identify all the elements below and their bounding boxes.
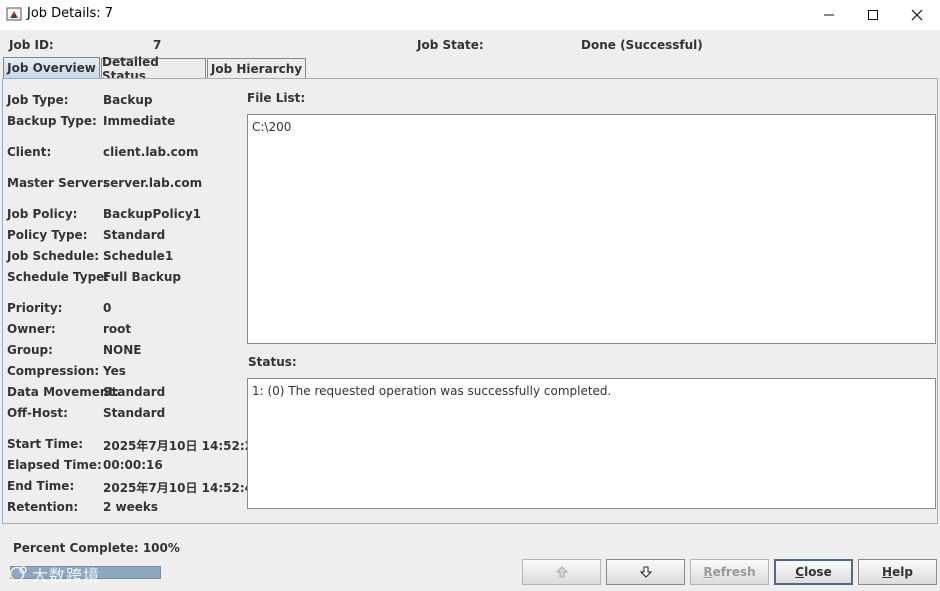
job-id-label: Job ID: (9, 38, 54, 52)
job-schedule-value: Schedule1 (103, 249, 174, 263)
policy-type-label: Policy Type: (7, 228, 88, 242)
arrow-down-icon (639, 566, 652, 578)
off-host-label: Off-Host: (7, 406, 68, 420)
watermark-logo-icon (9, 566, 27, 582)
file-list-box[interactable]: C:\200 (247, 114, 936, 344)
master-server-value: server.lab.com (103, 176, 203, 190)
elapsed-time-label: Elapsed Time: (7, 458, 102, 472)
arrow-up-icon (555, 566, 568, 578)
minimize-button[interactable] (806, 0, 852, 30)
owner-label: Owner: (7, 322, 56, 336)
start-time-label: Start Time: (7, 437, 84, 451)
end-time-label: End Time: (7, 479, 75, 493)
job-state-label: Job State: (417, 38, 484, 52)
priority-label: Priority: (7, 301, 63, 315)
status-text: 1: (0) The requested operation was succe… (252, 384, 612, 398)
end-time-value: 2025年7月10日 14:52:44 (103, 481, 262, 495)
schedule-type-label: Schedule Type: (7, 270, 110, 284)
job-schedule-label: Job Schedule: (7, 249, 100, 263)
job-id-value: 7 (153, 38, 162, 52)
start-time-value: 2025年7月10日 14:52:28 (103, 439, 262, 453)
close-mnemonic: C (795, 565, 805, 579)
master-server-label: Master Server: (7, 176, 108, 190)
percent-complete: Percent Complete: 100% (13, 541, 180, 555)
watermark: 大数跨境 (9, 562, 100, 586)
move-down-button[interactable] (606, 559, 685, 585)
move-up-button[interactable] (522, 559, 601, 585)
java-app-icon (6, 6, 22, 22)
file-list-item[interactable]: C:\200 (252, 120, 291, 134)
retention-value: 2 weeks (103, 500, 159, 514)
client-value: client.lab.com (103, 145, 199, 159)
file-list-label: File List: (247, 91, 306, 105)
priority-value: 0 (103, 301, 112, 315)
tab-job-overview[interactable]: Job Overview (3, 57, 100, 78)
minimize-icon (824, 14, 834, 16)
percent-complete-value: 100% (142, 541, 180, 555)
job-type-label: Job Type: (7, 93, 69, 107)
compression-value: Yes (103, 364, 126, 378)
retention-label: Retention: (7, 500, 79, 514)
watermark-text: 大数跨境 (32, 566, 101, 585)
elapsed-time-value: 00:00:16 (103, 458, 163, 472)
group-label: Group: (7, 343, 53, 357)
refresh-button[interactable]: Refresh (690, 559, 769, 585)
job-policy-value: BackupPolicy1 (103, 207, 202, 221)
group-value: NONE (103, 343, 142, 357)
maximize-button[interactable] (850, 0, 896, 30)
title-bar: Job Details: 7 (0, 0, 940, 30)
schedule-type-value: Full Backup (103, 270, 182, 284)
policy-type-value: Standard (103, 228, 166, 242)
status-label: Status: (248, 355, 297, 369)
client-label: Client: (7, 145, 52, 159)
close-label: lose (804, 565, 832, 579)
window-title: Job Details: 7 (27, 6, 114, 21)
job-type-value: Backup (103, 93, 153, 107)
help-button[interactable]: Help (858, 559, 937, 585)
maximize-icon (868, 10, 878, 20)
backup-type-label: Backup Type: (7, 114, 97, 128)
job-state-value: Done (Successful) (581, 38, 703, 52)
help-mnemonic: H (882, 565, 893, 579)
close-button[interactable]: Close (774, 559, 853, 585)
data-movement-value: Standard (103, 385, 166, 399)
refresh-mnemonic: R (703, 565, 713, 579)
tab-detailed-status[interactable]: Detailed Status (101, 55, 206, 83)
compression-label: Compression: (7, 364, 100, 378)
percent-complete-label: Percent Complete: (13, 541, 139, 555)
off-host-value: Standard (103, 406, 166, 420)
close-window-button[interactable] (894, 0, 940, 30)
close-icon (911, 9, 923, 21)
backup-type-value: Immediate (103, 114, 176, 128)
help-label: elp (892, 565, 913, 579)
job-policy-label: Job Policy: (7, 207, 78, 221)
owner-value: root (103, 322, 132, 336)
status-box[interactable]: 1: (0) The requested operation was succe… (247, 378, 936, 509)
tab-job-hierarchy[interactable]: Job Hierarchy (207, 58, 306, 78)
refresh-label: efresh (712, 565, 756, 579)
